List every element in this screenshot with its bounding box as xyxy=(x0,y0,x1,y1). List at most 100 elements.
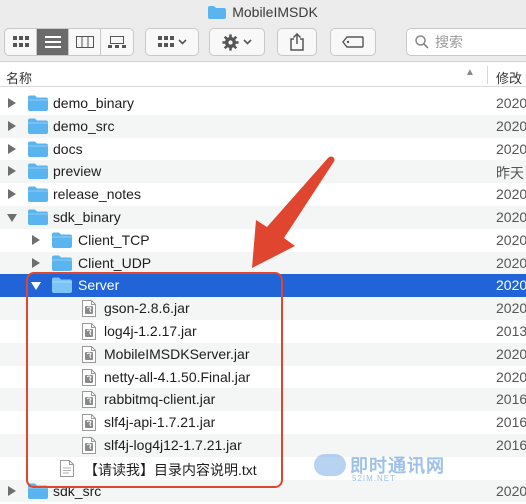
gallery-view-button[interactable] xyxy=(101,29,133,55)
share-button[interactable] xyxy=(277,28,317,56)
gear-icon xyxy=(222,33,239,51)
column-header: 名称 ▲ 修改 xyxy=(0,63,526,87)
file-row[interactable]: slf4j-api-1.7.21.jar 2016 xyxy=(0,411,526,434)
group-button[interactable] xyxy=(145,28,199,56)
file-name: demo_binary xyxy=(53,95,134,111)
list-view-icon xyxy=(44,36,61,48)
file-row[interactable]: demo_binary 2020 xyxy=(0,92,526,115)
folder-icon xyxy=(28,118,48,137)
list-view-button[interactable] xyxy=(37,29,69,55)
date-modified: 2020 xyxy=(496,277,526,294)
file-row[interactable]: MobileIMSDKServer.jar 2020 xyxy=(0,342,526,366)
toolbar: 搜索 xyxy=(0,24,526,62)
column-divider[interactable] xyxy=(487,66,488,84)
sort-ascending-icon: ▲ xyxy=(465,67,475,78)
tag-icon xyxy=(342,36,364,48)
file-row[interactable]: Client_TCP 2020 xyxy=(0,229,526,252)
disclosure-collapsed-icon[interactable] xyxy=(8,143,16,154)
folder-icon xyxy=(52,232,72,251)
name-column-header[interactable]: 名称 xyxy=(6,68,32,87)
file-row[interactable]: 【请读我】目录内容说明.txt xyxy=(0,457,526,480)
search-field[interactable]: 搜索 xyxy=(406,28,526,56)
file-name: gson-2.8.6.jar xyxy=(104,300,190,317)
icon-view-button[interactable] xyxy=(5,29,37,55)
file-row[interactable]: log4j-1.2.17.jar 2013 xyxy=(0,320,526,343)
jar-file-icon xyxy=(82,322,96,343)
folder-icon xyxy=(28,186,48,205)
folder-icon xyxy=(28,95,48,114)
jar-file-icon xyxy=(82,414,96,434)
folder-icon xyxy=(52,255,72,274)
date-modified: 2016 xyxy=(496,391,526,408)
group-icon xyxy=(157,36,174,47)
folder-icon xyxy=(28,163,48,182)
date-modified-column-header[interactable]: 修改 xyxy=(496,68,522,87)
date-modified: 2020 xyxy=(496,300,526,317)
file-name: sdk_src xyxy=(53,482,102,499)
disclosure-collapsed-icon[interactable] xyxy=(8,98,16,108)
date-modified: 2016 xyxy=(496,436,526,453)
action-button[interactable] xyxy=(209,28,265,56)
file-row[interactable]: Client_UDP 2020 xyxy=(0,251,526,275)
chevron-down-icon xyxy=(177,39,187,45)
title-bar: MobileIMSDK xyxy=(0,0,526,24)
file-name: netty-all-4.1.50.Final.jar xyxy=(104,368,251,385)
file-name: sdk_binary xyxy=(53,208,121,225)
file-row[interactable]: demo_src 2020 xyxy=(0,114,526,138)
file-row[interactable]: Server 2020 xyxy=(0,274,526,298)
disclosure-collapsed-icon[interactable] xyxy=(32,234,40,245)
file-row[interactable]: gson-2.8.6.jar 2020 xyxy=(0,297,526,320)
date-modified: 2020 xyxy=(496,254,526,271)
file-name: 【请读我】目录内容说明.txt xyxy=(84,461,257,478)
jar-file-icon xyxy=(82,345,96,366)
disclosure-collapsed-icon[interactable] xyxy=(32,257,40,268)
file-row[interactable]: sdk_binary 2020 xyxy=(0,205,526,229)
file-list: demo_binary 2020 demo_src 2020 docs 2020 previ… xyxy=(0,92,526,503)
gallery-view-icon xyxy=(108,36,126,48)
file-row[interactable]: docs 2020 xyxy=(0,138,526,161)
disclosure-collapsed-icon[interactable] xyxy=(8,485,16,496)
file-name: slf4j-api-1.7.21.jar xyxy=(104,414,216,431)
disclosure-collapsed-icon[interactable] xyxy=(8,120,16,131)
file-row[interactable]: preview 昨天 xyxy=(0,160,526,184)
date-modified: 2020 xyxy=(496,482,526,499)
file-name: log4j-1.2.17.jar xyxy=(104,322,197,339)
column-view-button[interactable] xyxy=(69,29,101,55)
date-modified: 昨天 xyxy=(496,165,524,182)
file-row[interactable]: release_notes 2020 xyxy=(0,183,526,206)
disclosure-expanded-icon[interactable] xyxy=(7,213,17,222)
date-modified: 2020 xyxy=(496,140,526,157)
chevron-down-icon xyxy=(243,39,252,45)
jar-file-icon xyxy=(82,436,96,457)
search-icon xyxy=(415,35,429,49)
file-name: Client_TCP xyxy=(78,231,150,248)
jar-file-icon xyxy=(82,391,96,411)
disclosure-expanded-icon[interactable] xyxy=(31,282,41,291)
file-name: Client_UDP xyxy=(78,254,152,271)
tag-button[interactable] xyxy=(330,28,376,56)
date-modified: 2020 xyxy=(496,231,526,248)
text-file-icon xyxy=(60,459,74,480)
search-placeholder: 搜索 xyxy=(435,34,463,50)
folder-icon xyxy=(28,209,48,228)
file-row[interactable]: netty-all-4.1.50.Final.jar 2020 xyxy=(0,366,526,389)
date-modified: 2020 xyxy=(496,208,526,225)
file-name: Server xyxy=(78,277,120,294)
file-name: MobileIMSDKServer.jar xyxy=(104,345,250,362)
folder-icon xyxy=(28,141,48,160)
date-modified: 2020 xyxy=(496,186,526,203)
icon-view-icon xyxy=(12,36,29,47)
view-mode-segmented-control xyxy=(4,28,134,56)
date-modified: 2020 xyxy=(496,368,526,385)
file-row[interactable]: slf4j-log4j12-1.7.21.jar 2016 xyxy=(0,433,526,457)
disclosure-collapsed-icon[interactable] xyxy=(8,189,16,200)
file-row[interactable]: rabbitmq-client.jar 2016 xyxy=(0,388,526,412)
jar-file-icon xyxy=(82,368,96,389)
folder-icon xyxy=(52,277,72,296)
date-modified: 2020 xyxy=(496,117,526,134)
file-name: release_notes xyxy=(53,186,141,203)
jar-file-icon xyxy=(82,300,96,320)
disclosure-collapsed-icon[interactable] xyxy=(8,166,16,177)
column-view-icon xyxy=(75,36,94,48)
file-row[interactable]: sdk_src 2020 xyxy=(0,479,526,503)
